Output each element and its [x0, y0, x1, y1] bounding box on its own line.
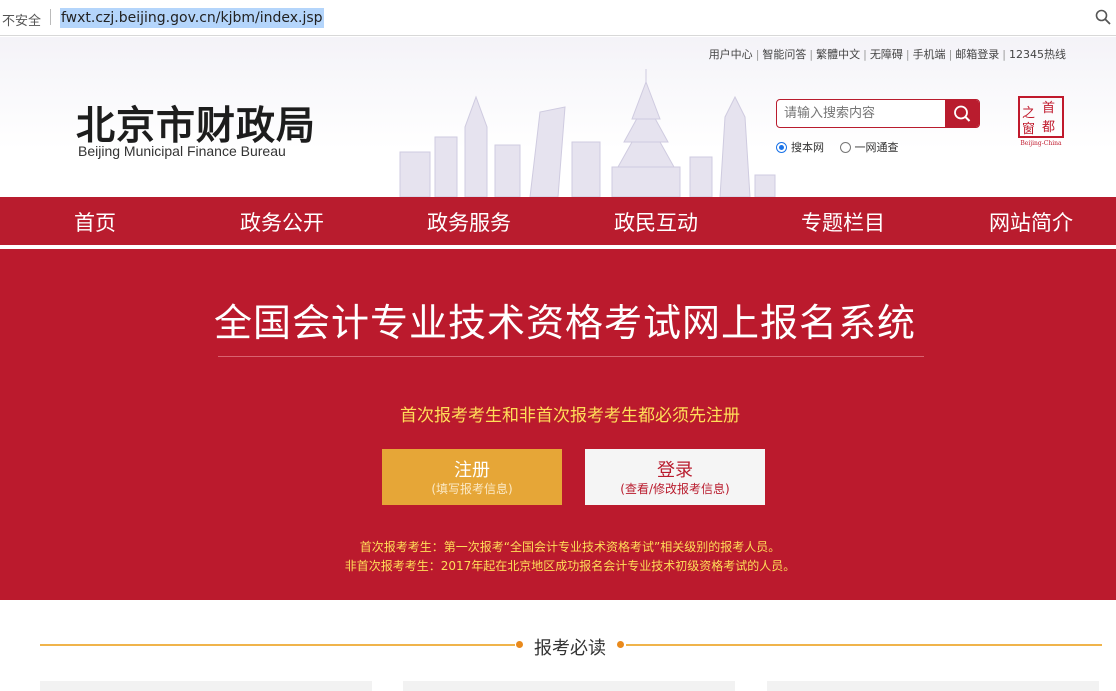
login-button-sublabel: (查看/修改报考信息) — [620, 482, 730, 496]
top-link-accessibility[interactable]: 无障碍 — [870, 46, 903, 62]
top-link-mail-login[interactable]: 邮箱登录 — [955, 46, 999, 62]
link-divider: | — [809, 48, 814, 61]
security-indicator[interactable]: 不安全 — [2, 10, 41, 29]
nav-item-topics[interactable]: 专题栏目 — [773, 207, 913, 237]
site-header: 用户中心 | 智能问答 | 繁體中文 | 无障碍 | 手机端 | 邮箱登录 | 12345热线 北京市财… — [0, 37, 1116, 197]
nav-item-gov-services[interactable]: 政务服务 — [399, 207, 539, 237]
main-nav: 首页 政务公开 政务服务 政民互动 专题栏目 网站简介 — [0, 197, 1116, 247]
system-title: 全国会计专业技术资格考试网上报名系统 — [213, 301, 916, 345]
first-time-explanation: 首次报考考生：第一次报考“全国会计专业技术资格考试”相关级别的报考人员。 — [359, 540, 781, 554]
register-button[interactable]: 注册 (填写报考信息) — [382, 449, 562, 505]
seal-char-zhi: 之 — [1022, 106, 1035, 121]
nav-item-about[interactable]: 网站简介 — [961, 207, 1101, 237]
search-box — [776, 99, 980, 128]
address-divider — [50, 9, 51, 25]
section-dot-right — [617, 641, 624, 648]
radio-selected-icon — [776, 141, 787, 153]
login-button-label: 登录 — [657, 460, 693, 481]
search-scope-all-label: 一网通查 — [854, 141, 899, 154]
search-button[interactable] — [945, 100, 979, 127]
top-link-traditional[interactable]: 繁體中文 — [816, 46, 860, 62]
seal-char-chuang: 窗 — [1022, 121, 1035, 137]
title-divider — [218, 356, 924, 357]
section-line-left — [40, 644, 515, 646]
seal-char-du: 都 — [1042, 120, 1055, 135]
registration-banner: 全国会计专业技术资格考试网上报名系统 首次报考考生和非首次报考考生都必须先注册 … — [0, 249, 1116, 600]
search-scope-site-label: 搜本网 — [791, 141, 824, 154]
section-dot-left — [516, 641, 523, 648]
section-line-right — [626, 644, 1102, 646]
reading-card[interactable] — [767, 681, 1099, 691]
beijing-skyline-illustration — [399, 69, 776, 197]
radio-unselected-icon — [839, 141, 851, 153]
link-divider: | — [1002, 48, 1006, 61]
seal-char-shou: 首 — [1042, 101, 1055, 116]
site-logo-subtitle: Beijing Municipal Finance Bureau — [78, 143, 286, 159]
register-button-sublabel: (填写报考信息) — [431, 482, 513, 496]
search-scope-options: 搜本网 一网通查 — [776, 139, 911, 156]
browser-address-bar[interactable]: 不安全 fwxt.czj.beijing.gov.cn/kjbm/index.j… — [0, 0, 1116, 36]
search-input[interactable] — [777, 100, 947, 127]
login-button[interactable]: 登录 (查看/修改报考信息) — [585, 449, 765, 505]
section-title: 报考必读 — [534, 638, 606, 659]
search-scope-all[interactable]: 一网通查 — [839, 139, 899, 155]
capital-window-seal-logo[interactable]: 之 首 都 窗 Beijing-China — [1016, 95, 1066, 147]
url-text[interactable]: fwxt.czj.beijing.gov.cn/kjbm/index.jsp — [60, 8, 324, 28]
link-divider: | — [863, 48, 867, 61]
reading-card[interactable] — [403, 681, 735, 691]
nav-item-gov-affairs[interactable]: 政务公开 — [212, 207, 352, 237]
nav-item-interaction[interactable]: 政民互动 — [586, 207, 726, 237]
returning-explanation: 非首次报考考生：2017年起在北京地区成功报名会计专业技术初级资格考试的人员。 — [344, 559, 796, 573]
registration-notice: 首次报考考生和非首次报考考生都必须先注册 — [400, 406, 740, 426]
top-link-mobile[interactable]: 手机端 — [913, 46, 946, 62]
top-link-hotline[interactable]: 12345热线 — [1009, 46, 1066, 62]
search-scope-site[interactable]: 搜本网 — [776, 139, 824, 155]
link-divider: | — [948, 48, 953, 61]
zoom-icon[interactable] — [1094, 8, 1112, 26]
register-button-label: 注册 — [454, 460, 490, 481]
nav-item-home[interactable]: 首页 — [25, 207, 165, 237]
reading-card[interactable] — [40, 681, 372, 691]
link-divider: | — [905, 48, 910, 61]
seal-caption: Beijing-China — [1020, 140, 1062, 147]
search-icon — [954, 105, 971, 122]
